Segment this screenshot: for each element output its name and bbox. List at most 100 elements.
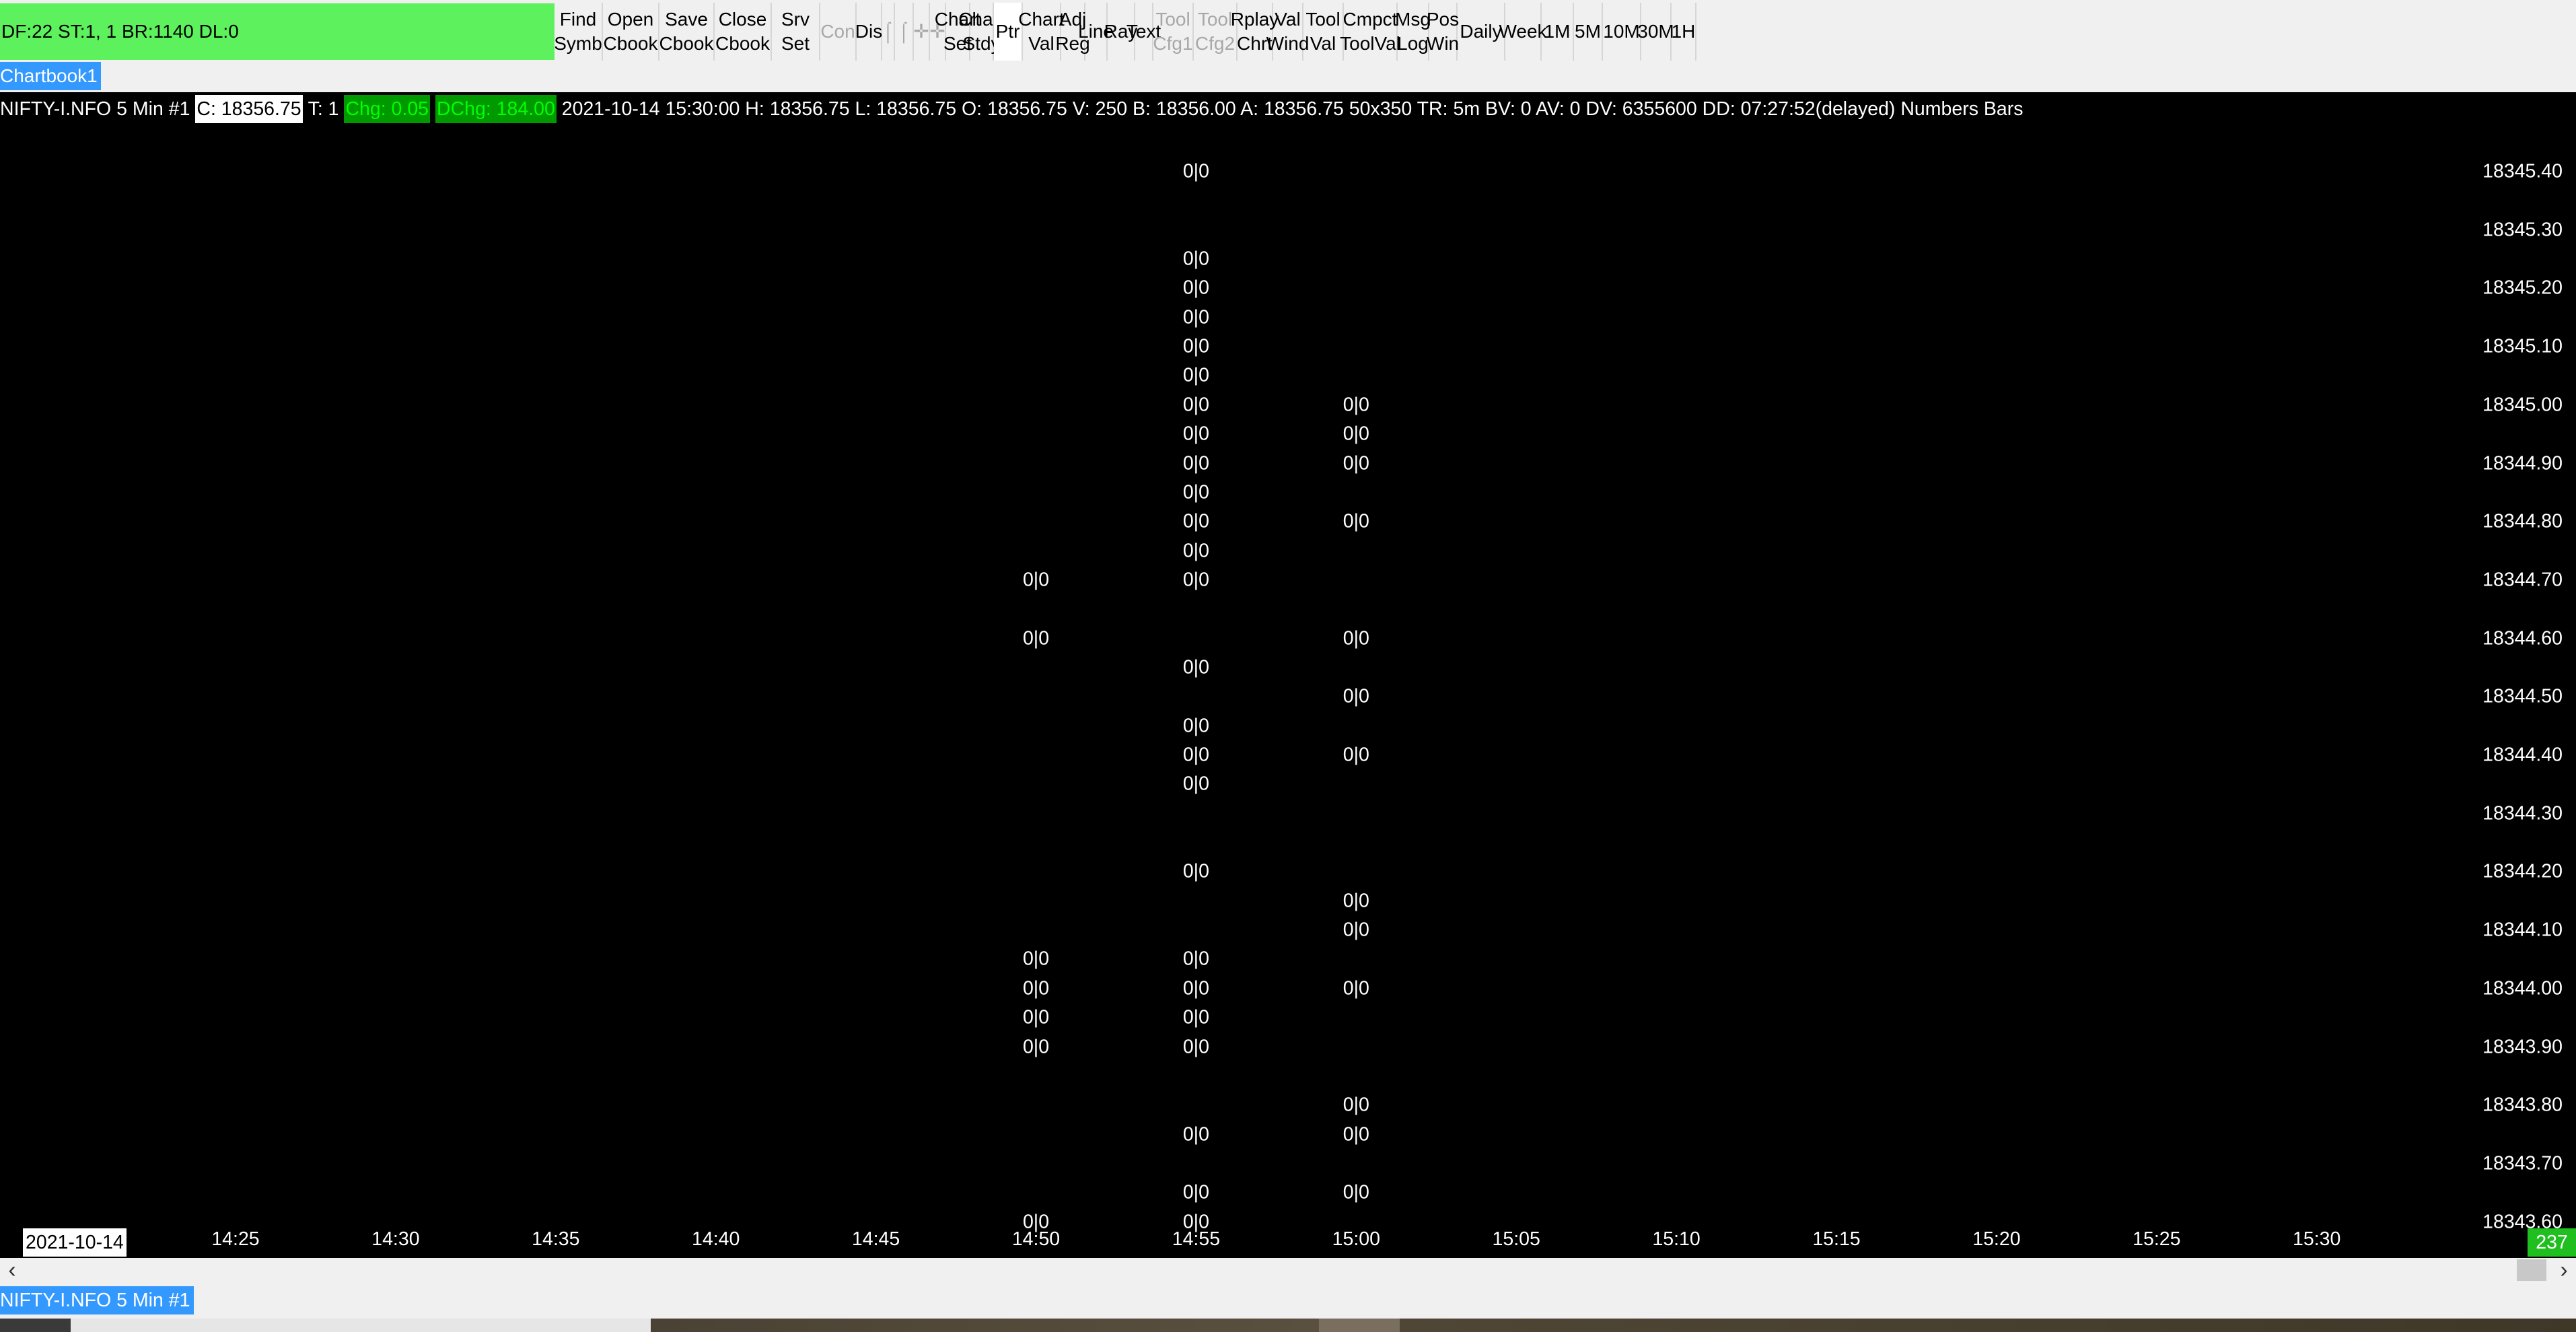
scroll-thumb[interactable]	[2517, 1259, 2546, 1281]
toolbar-button-label-line2: Cfg2	[1194, 33, 1236, 54]
time-axis-label: 14:25	[211, 1228, 260, 1250]
price-axis-label: 18344.80	[2482, 510, 2563, 532]
scroll-right-arrow-icon[interactable]: ›	[2552, 1258, 2576, 1282]
toolbar-button-label: Save	[665, 9, 708, 30]
number-bar-cell: 0|0	[1343, 423, 1369, 445]
status-indicator: DF:22 ST:1, 1 BR:1140 DL:0	[0, 3, 554, 60]
disconnect-button[interactable]: Dis	[855, 3, 882, 61]
toolbar-button-label-line2: Win	[1426, 33, 1460, 54]
time-axis-label: 15:05	[1492, 1228, 1540, 1250]
time-axis-label: 15:25	[2133, 1228, 2181, 1250]
info-details: 2021-10-14 15:30:00 H: 18356.75 L: 18356…	[561, 98, 2024, 120]
text-tool-button[interactable]: Text	[1126, 3, 1161, 61]
toolbar-button-label: 1M	[1544, 21, 1571, 42]
interval-5m-button[interactable]: 5M	[1574, 3, 1603, 61]
crosshair-2-icon: ⌠	[895, 3, 914, 61]
number-bar-cell: 0|0	[1182, 394, 1209, 416]
toolbar-button-label-line2: Wind	[1266, 33, 1310, 54]
horizontal-scrollbar[interactable]: ‹ ›	[0, 1258, 2576, 1282]
number-bar-cell: 0|0	[1022, 1006, 1050, 1028]
tool-values-button[interactable]: Tool Val	[1303, 3, 1344, 61]
toolbar-button-label: ✛	[913, 21, 929, 42]
values-window-button[interactable]: Val Wind	[1266, 3, 1309, 61]
chart-tab-strip: NIFTY-I.NFO 5 Min #1	[0, 1282, 2576, 1332]
tab-chartbook1[interactable]: Chartbook1	[0, 62, 101, 90]
toolbar-button-label: Val	[1275, 9, 1301, 30]
toolbar-button-label-line2: Set	[781, 33, 810, 54]
chart-studies-button[interactable]: Chart Stdy	[958, 3, 1005, 61]
number-bar-cell: 0|0	[1343, 1123, 1369, 1146]
close-chartbook-button[interactable]: Close Cbook	[715, 3, 772, 61]
price-axis-label: 18343.80	[2482, 1094, 2563, 1116]
price-axis-label: 18344.70	[2482, 569, 2563, 591]
toolbar-button-label: Daily	[1460, 21, 1502, 42]
number-bar-cell: 0|0	[1343, 1181, 1369, 1203]
number-bar-cell: 0|0	[1182, 306, 1209, 328]
interval-30m-button[interactable]: 30M	[1637, 3, 1674, 61]
toolbar-button-label-line2: ToolVal	[1340, 33, 1400, 54]
price-axis-label: 18345.40	[2482, 160, 2563, 182]
number-bar-cell: 0|0	[1182, 773, 1209, 795]
time-axis-label: 14:40	[692, 1228, 740, 1250]
desktop-taskbar	[0, 1319, 2576, 1332]
tab-chart-window[interactable]: NIFTY-I.NFO 5 Min #1	[0, 1286, 194, 1315]
number-bar-cell: 0|0	[1182, 948, 1209, 970]
interval-10m-button[interactable]: 10M	[1603, 3, 1641, 61]
toolbar-button-label: Tool	[1155, 9, 1190, 30]
price-axis-label: 18344.00	[2482, 977, 2563, 1000]
time-axis-label: 14:45	[851, 1228, 900, 1250]
save-chartbook-button[interactable]: Save Cbook	[659, 3, 715, 61]
toolbar-button-label-line2: Cfg1	[1153, 33, 1193, 54]
number-bar-cell: 0|0	[1182, 335, 1209, 357]
number-bar-cell: 0|0	[1182, 1123, 1209, 1146]
weekly-button[interactable]: Week	[1499, 3, 1547, 61]
time-axis-label: 15:00	[1332, 1228, 1380, 1250]
daily-button[interactable]: Daily	[1458, 3, 1505, 61]
interval-1h-button[interactable]: 1H	[1672, 3, 1696, 61]
toolbar-button-label: Msg	[1395, 9, 1431, 30]
server-settings-button[interactable]: Srv Set	[772, 3, 820, 61]
message-log-button[interactable]: Msg Log	[1395, 3, 1431, 61]
info-close-price: C: 18356.75	[195, 95, 303, 123]
time-axis-label: 15:15	[1812, 1228, 1861, 1250]
tool-config-1-button: Tool Cfg1	[1153, 3, 1194, 61]
time-axis-label: 14:30	[371, 1228, 420, 1250]
toolbar-button-label-line2: Val	[1310, 33, 1336, 54]
toolbar-button-label: 5M	[1575, 21, 1601, 42]
number-bar-cell: 0|0	[1182, 364, 1209, 386]
chartbook-tabbar	[0, 65, 2576, 92]
interval-1m-button[interactable]: 1M	[1542, 3, 1574, 61]
chart-area[interactable]: NIFTY-I.NFO 5 Min #1 C: 18356.75 T: 1 Ch…	[0, 92, 2576, 1258]
price-axis-label: 18344.40	[2482, 744, 2563, 766]
find-symbol-button[interactable]: Find Symb	[554, 3, 603, 61]
crosshair-3-icon: ✛	[913, 3, 930, 61]
number-bar-cell: 0|0	[1343, 627, 1369, 650]
number-bar-cell: 0|0	[1182, 423, 1209, 445]
date-label: 2021-10-14	[23, 1228, 127, 1257]
toolbar-button-label-line2: Val	[1028, 33, 1054, 54]
info-change: Chg: 0.05	[344, 95, 431, 123]
open-chartbook-button[interactable]: Open Cbook	[603, 3, 659, 61]
crosshair-1-icon: ⌠	[882, 3, 895, 61]
position-window-button[interactable]: Pos Win	[1426, 3, 1460, 61]
price-axis-label: 18344.50	[2482, 685, 2563, 707]
toolbar-button-label: Week	[1499, 21, 1547, 42]
number-bar-cell: 0|0	[1343, 510, 1369, 532]
number-bar-cell: 0|0	[1022, 948, 1050, 970]
price-axis-label: 18345.20	[2482, 277, 2563, 299]
number-bar-cell: 0|0	[1343, 744, 1369, 766]
number-bar-cell: 0|0	[1182, 510, 1209, 532]
price-axis-label: 18343.70	[2482, 1152, 2563, 1175]
connect-button: Con	[820, 3, 857, 61]
toolbar-button-label: Con	[820, 21, 855, 42]
toolbar-button-label: ⌠	[882, 21, 894, 42]
toolbar-button-label: Open	[607, 9, 654, 30]
price-axis-label: 18344.90	[2482, 452, 2563, 474]
compact-tool-values-button[interactable]: Cmpct ToolVal	[1340, 3, 1400, 61]
toolbar-button-label: Ptr	[995, 21, 1020, 42]
toolbar-button-label: Cmpct	[1343, 9, 1398, 30]
number-bar-cell: 0|0	[1182, 715, 1209, 737]
scroll-left-arrow-icon[interactable]: ‹	[0, 1258, 24, 1282]
price-axis-label: 18345.00	[2482, 394, 2563, 416]
toolbar-button-label: Rplay	[1230, 9, 1279, 30]
